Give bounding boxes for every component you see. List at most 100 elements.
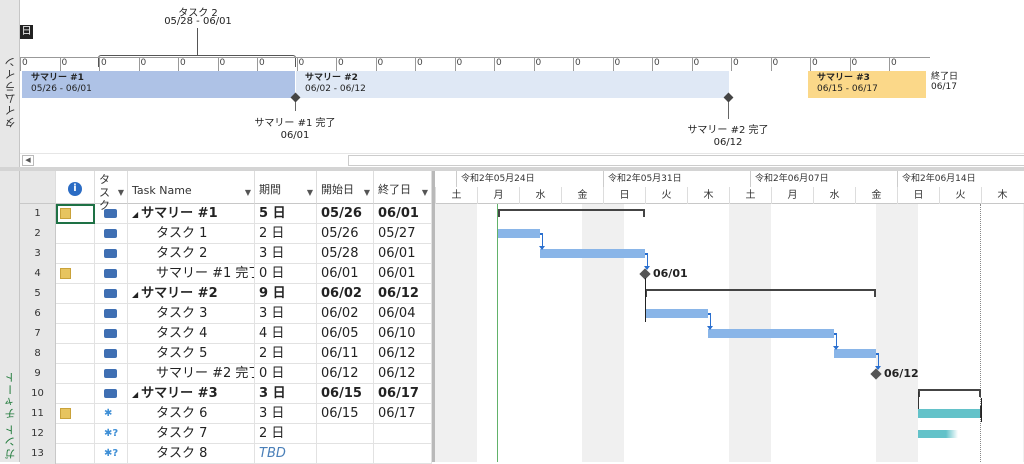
task-name-cell[interactable]: タスク 3: [128, 304, 255, 324]
task-mode-cell[interactable]: [95, 204, 128, 224]
finish-cell[interactable]: 06/12: [374, 284, 432, 304]
row-number[interactable]: 13: [20, 444, 56, 464]
indicator-cell[interactable]: [56, 284, 95, 304]
task-mode-cell[interactable]: [95, 364, 128, 384]
start-cell[interactable]: 05/26: [317, 204, 374, 224]
gantt-task-bar[interactable]: [918, 409, 981, 418]
task-name-cell[interactable]: ◢ サマリー #2: [128, 284, 255, 304]
row-number[interactable]: 2: [20, 224, 56, 244]
row-number[interactable]: 6: [20, 304, 56, 324]
task-mode-cell[interactable]: [95, 264, 128, 284]
task-name-cell[interactable]: ◢ サマリー #1: [128, 204, 255, 224]
finish-cell[interactable]: 06/04: [374, 304, 432, 324]
indicator-cell[interactable]: [56, 324, 95, 344]
timeline-scrollbar[interactable]: ◀: [20, 153, 1024, 167]
indicator-cell[interactable]: [56, 264, 95, 284]
indicator-cell[interactable]: [56, 444, 95, 464]
collapse-triangle-icon[interactable]: ◢: [132, 390, 138, 399]
task-mode-cell[interactable]: [95, 284, 128, 304]
task-name-cell[interactable]: ◢ サマリー #3: [128, 384, 255, 404]
indicator-cell[interactable]: [56, 204, 95, 224]
table-row[interactable]: 1 ◢ サマリー #1 5 日 05/26 06/01: [20, 204, 432, 224]
finish-cell[interactable]: 06/01: [374, 204, 432, 224]
start-cell[interactable]: 06/15: [317, 384, 374, 404]
task-mode-cell[interactable]: [95, 244, 128, 264]
finish-cell[interactable]: 06/17: [374, 404, 432, 424]
table-row[interactable]: 4 サマリー #1 完了 0 日 06/01 06/01: [20, 264, 432, 284]
table-row[interactable]: 13 ✱? タスク 8 TBD: [20, 444, 432, 464]
table-row[interactable]: 10 ◢ サマリー #3 3 日 06/15 06/17: [20, 384, 432, 404]
gantt-task-bar[interactable]: [498, 229, 540, 238]
row-number[interactable]: 12: [20, 424, 56, 444]
row-number[interactable]: 11: [20, 404, 56, 424]
start-cell[interactable]: [317, 424, 374, 444]
task-mode-cell[interactable]: ✱?: [95, 424, 128, 444]
gantt-summary-bracket[interactable]: [498, 209, 645, 217]
duration-cell[interactable]: 0 日: [255, 264, 317, 284]
indicator-cell[interactable]: [56, 344, 95, 364]
duration-cell[interactable]: 3 日: [255, 304, 317, 324]
table-row[interactable]: 3 タスク 23 日 05/28 06/01: [20, 244, 432, 264]
indicator-cell[interactable]: [56, 404, 95, 424]
table-row[interactable]: 7 タスク 44 日 06/05 06/10: [20, 324, 432, 344]
duration-cell[interactable]: 9 日: [255, 284, 317, 304]
gantt-task-bar[interactable]: [708, 329, 834, 338]
duration-cell[interactable]: 5 日: [255, 204, 317, 224]
duration-cell[interactable]: 3 日: [255, 244, 317, 264]
task-mode-cell[interactable]: ✱: [95, 404, 128, 424]
task-mode-cell[interactable]: [95, 324, 128, 344]
finish-cell[interactable]: [374, 444, 432, 464]
select-all-corner[interactable]: [20, 171, 56, 204]
row-number[interactable]: 3: [20, 244, 56, 264]
finish-cell[interactable]: 06/01: [374, 264, 432, 284]
task-name-cell[interactable]: サマリー #1 完了: [128, 264, 255, 284]
timeline-bar-summary-3[interactable]: サマリー #3 06/15 - 06/17: [808, 71, 926, 98]
task-name-cell[interactable]: タスク 8: [128, 444, 255, 464]
duration-cell[interactable]: 2 日: [255, 224, 317, 244]
column-header-duration[interactable]: 期間 ▼: [255, 171, 317, 204]
finish-cell[interactable]: [374, 424, 432, 444]
task-name-cell[interactable]: タスク 2: [128, 244, 255, 264]
row-number[interactable]: 8: [20, 344, 56, 364]
start-cell[interactable]: 06/05: [317, 324, 374, 344]
collapse-triangle-icon[interactable]: ◢: [132, 290, 138, 299]
task-name-cell[interactable]: タスク 1: [128, 224, 255, 244]
task-mode-cell[interactable]: [95, 304, 128, 324]
indicator-cell[interactable]: [56, 224, 95, 244]
row-number[interactable]: 4: [20, 264, 56, 284]
task-mode-cell[interactable]: [95, 344, 128, 364]
task-mode-cell[interactable]: [95, 384, 128, 404]
start-cell[interactable]: 06/11: [317, 344, 374, 364]
duration-cell[interactable]: 2 日: [255, 424, 317, 444]
scrollbar-thumb[interactable]: [348, 155, 1024, 166]
gantt-task-bar[interactable]: [834, 349, 876, 358]
duration-cell[interactable]: 2 日: [255, 344, 317, 364]
row-number[interactable]: 5: [20, 284, 56, 304]
finish-cell[interactable]: 06/12: [374, 344, 432, 364]
row-number[interactable]: 10: [20, 384, 56, 404]
start-cell[interactable]: 06/01: [317, 264, 374, 284]
table-row[interactable]: 11 ✱ タスク 63 日 06/15 06/17: [20, 404, 432, 424]
column-header-info[interactable]: i: [56, 171, 95, 204]
gantt-summary-bracket[interactable]: [918, 389, 981, 397]
table-row[interactable]: 9 サマリー #2 完了 0 日 06/12 06/12: [20, 364, 432, 384]
start-cell[interactable]: 05/28: [317, 244, 374, 264]
indicator-cell[interactable]: [56, 424, 95, 444]
finish-cell[interactable]: 06/01: [374, 244, 432, 264]
placeholder-bar[interactable]: [918, 430, 958, 438]
finish-cell[interactable]: 05/27: [374, 224, 432, 244]
note-icon[interactable]: [60, 408, 71, 419]
start-cell[interactable]: 06/02: [317, 284, 374, 304]
table-row[interactable]: 2 タスク 12 日 05/26 05/27: [20, 224, 432, 244]
duration-cell[interactable]: 0 日: [255, 364, 317, 384]
task-name-cell[interactable]: サマリー #2 完了: [128, 364, 255, 384]
task-mode-cell[interactable]: [95, 224, 128, 244]
row-number[interactable]: 1: [20, 204, 56, 224]
finish-cell[interactable]: 06/12: [374, 364, 432, 384]
note-icon[interactable]: [60, 208, 71, 219]
table-row[interactable]: 6 タスク 33 日 06/02 06/04: [20, 304, 432, 324]
duration-cell[interactable]: 4 日: [255, 324, 317, 344]
duration-cell[interactable]: TBD: [255, 444, 317, 464]
table-row[interactable]: 12 ✱? タスク 72 日: [20, 424, 432, 444]
column-header-finish[interactable]: 終了日 ▼: [374, 171, 432, 204]
